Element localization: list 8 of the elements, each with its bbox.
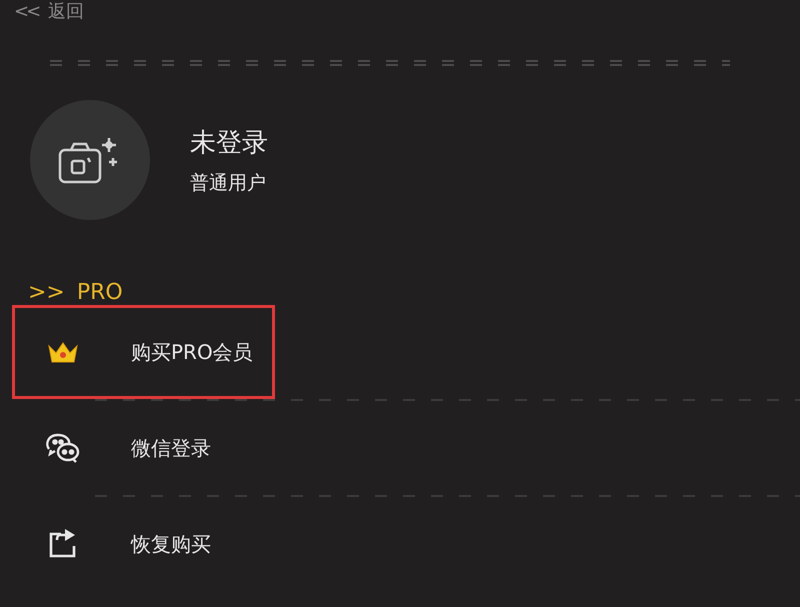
- username: 未登录: [190, 126, 268, 160]
- section-header: >> PRO: [28, 280, 123, 305]
- menu-item[interactable]: 购买PRO会员: [12, 305, 275, 399]
- chat-bubbles-icon: [45, 432, 81, 464]
- menu-item[interactable]: 微信登录: [12, 401, 275, 495]
- user-type: 普通用户: [190, 170, 267, 196]
- menu-item[interactable]: 恢复购买: [12, 497, 275, 591]
- back-link[interactable]: << 返回: [14, 0, 84, 24]
